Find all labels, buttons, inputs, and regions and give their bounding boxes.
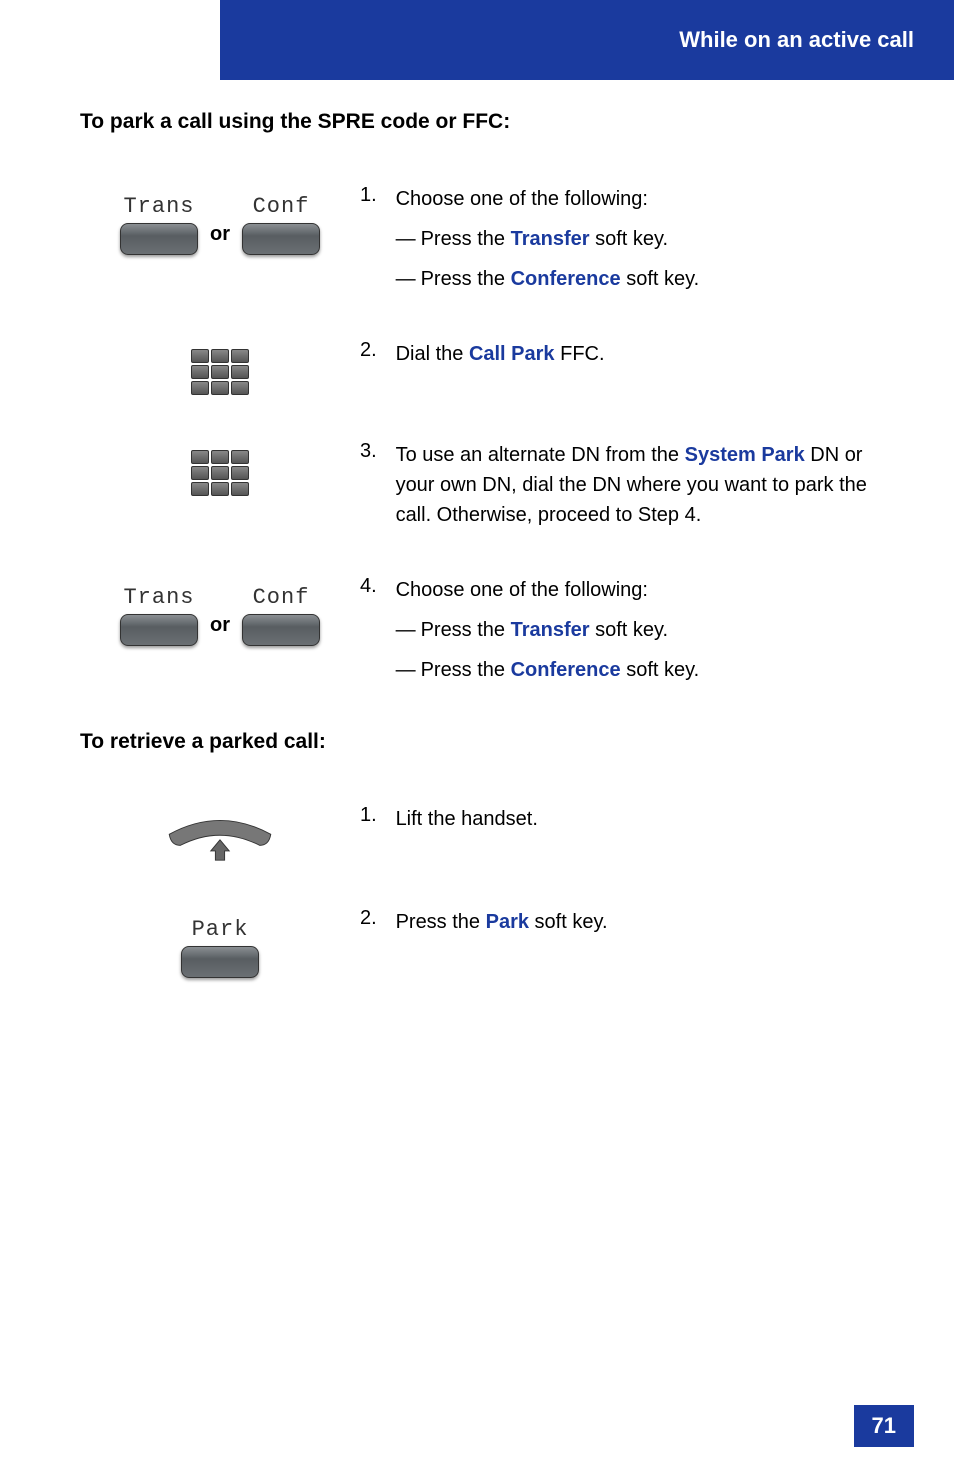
step-3-icons [80, 440, 360, 496]
header-band: While on an active call [220, 0, 954, 80]
keypad-icon [191, 349, 249, 395]
header-title: While on an active call [679, 27, 914, 53]
step-3-row: 3. To use an alternate DN from the Syste… [80, 440, 890, 530]
s1b-term: Conference [511, 268, 621, 290]
step-4-icons: Trans or Conf [80, 575, 360, 646]
conf-button-icon [242, 223, 320, 255]
trans-label: Trans [123, 585, 194, 610]
r2-term: Park [486, 911, 529, 933]
s3-term: System Park [685, 444, 805, 466]
retrieve-step-2-icons: Park [80, 907, 360, 978]
step-4-lead: Choose one of the following: [396, 579, 648, 601]
trans-button-icon [120, 223, 198, 255]
step-2-icons [80, 339, 360, 395]
step-1-num: 1. [360, 184, 390, 207]
retrieve-step-2-row: Park 2. Press the Park soft key. [80, 907, 890, 978]
r2-num: 2. [360, 907, 390, 930]
conf-label: Conf [253, 194, 310, 219]
conf-softkey: Conf [242, 194, 320, 255]
retrieve-step-1-icons [80, 804, 360, 862]
s2-term: Call Park [469, 343, 555, 365]
step-1-sub-b: —Press the Conference soft key. [396, 264, 876, 294]
s2-post: FFC. [555, 343, 605, 365]
handset-lift-icon [155, 814, 285, 862]
s1a-pre: Press the [421, 228, 511, 250]
r2-pre: Press the [396, 911, 486, 933]
s4b-pre: Press the [421, 659, 511, 681]
r1-text: Lift the handset. [396, 808, 538, 830]
retrieve-step-1-row: 1. Lift the handset. [80, 804, 890, 862]
conf-button-icon [242, 614, 320, 646]
r1-num: 1. [360, 804, 390, 827]
keypad-icon [191, 450, 249, 496]
step-1-row: Trans or Conf 1. Choose one of the follo… [80, 184, 890, 294]
trans-label: Trans [123, 194, 194, 219]
trans-button-icon [120, 614, 198, 646]
s2-pre: Dial the [396, 343, 469, 365]
section2-title: To retrieve a parked call: [80, 730, 890, 754]
trans-softkey: Trans [120, 585, 198, 646]
r2-post: soft key. [529, 911, 608, 933]
page-content: To park a call using the SPRE code or FF… [80, 110, 890, 1023]
s1b-post: soft key. [621, 268, 700, 290]
conf-label: Conf [253, 585, 310, 610]
s1a-post: soft key. [590, 228, 669, 250]
trans-softkey: Trans [120, 194, 198, 255]
step-1-lead: Choose one of the following: [396, 188, 648, 210]
conf-softkey: Conf [242, 585, 320, 646]
step-2-num: 2. [360, 339, 390, 362]
park-softkey: Park [181, 917, 259, 978]
park-button-icon [181, 946, 259, 978]
step-3-num: 3. [360, 440, 390, 463]
s4b-term: Conference [511, 659, 621, 681]
step-1-icons: Trans or Conf [80, 184, 360, 255]
s4a-post: soft key. [590, 619, 669, 641]
step-4-sub-b: —Press the Conference soft key. [396, 655, 876, 685]
park-label: Park [192, 917, 249, 942]
s4a-term: Transfer [511, 619, 590, 641]
step-2-row: 2. Dial the Call Park FFC. [80, 339, 890, 395]
s3-pre: To use an alternate DN from the [396, 444, 685, 466]
step-1-sub-a: —Press the Transfer soft key. [396, 224, 876, 254]
s4b-post: soft key. [621, 659, 700, 681]
step-4-sub-a: —Press the Transfer soft key. [396, 615, 876, 645]
section1-title: To park a call using the SPRE code or FF… [80, 110, 890, 134]
s4a-pre: Press the [421, 619, 511, 641]
step-4-num: 4. [360, 575, 390, 598]
s1a-term: Transfer [511, 228, 590, 250]
s1b-pre: Press the [421, 268, 511, 290]
or-label: or [210, 594, 230, 637]
step-4-row: Trans or Conf 4. Choose one of the follo… [80, 575, 890, 685]
or-label: or [210, 203, 230, 246]
page-number: 71 [854, 1405, 914, 1447]
